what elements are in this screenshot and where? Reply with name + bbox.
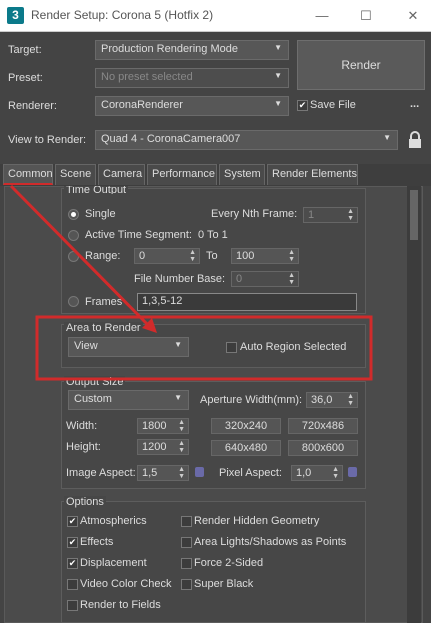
annotation-arrow-line — [9, 184, 152, 329]
annotation-overlay — [9, 184, 373, 381]
annotation-highlight-box — [35, 315, 373, 381]
